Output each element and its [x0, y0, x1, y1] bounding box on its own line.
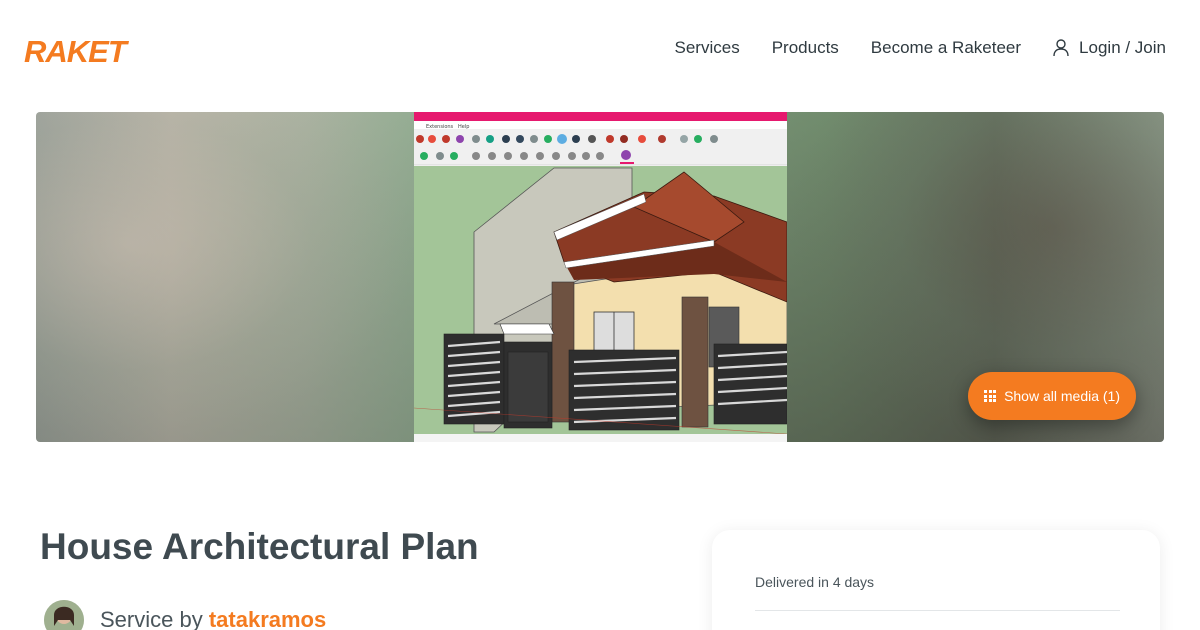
grid-icon — [984, 390, 997, 402]
login-join-link[interactable]: Login / Join — [1053, 38, 1166, 58]
hero-media[interactable]: Extensions Help Show all media (1) — [36, 112, 1164, 442]
raket-logo[interactable]: RAKET — [24, 34, 158, 66]
card-divider — [755, 610, 1120, 611]
main-nav: Services Products Become a Raketeer Logi… — [675, 38, 1166, 58]
login-join-label: Login / Join — [1079, 38, 1166, 57]
seller-link[interactable]: tatakramos — [209, 607, 326, 630]
seller-row: Service by tatakramos — [44, 600, 326, 630]
delivery-time: Delivered in 4 days — [755, 574, 875, 590]
svg-text:RAKET: RAKET — [24, 34, 130, 66]
service-by-prefix: Service by — [100, 607, 203, 630]
nav-services[interactable]: Services — [675, 38, 740, 58]
service-by-text: Service by tatakramos — [100, 607, 326, 630]
house-3d-model-image[interactable]: Extensions Help — [414, 112, 787, 442]
seller-avatar[interactable] — [44, 600, 84, 630]
page-title: House Architectural Plan — [40, 526, 479, 567]
user-icon — [1053, 39, 1069, 57]
nav-become-raketeer[interactable]: Become a Raketeer — [871, 38, 1021, 58]
site-header: RAKET Services Products Become a Raketee… — [0, 0, 1200, 100]
nav-products[interactable]: Products — [772, 38, 839, 58]
show-all-media-label: Show all media (1) — [1004, 388, 1120, 404]
hero-blur-left — [36, 112, 414, 442]
show-all-media-button[interactable]: Show all media (1) — [968, 372, 1136, 420]
order-card: Delivered in 4 days — [712, 530, 1160, 630]
